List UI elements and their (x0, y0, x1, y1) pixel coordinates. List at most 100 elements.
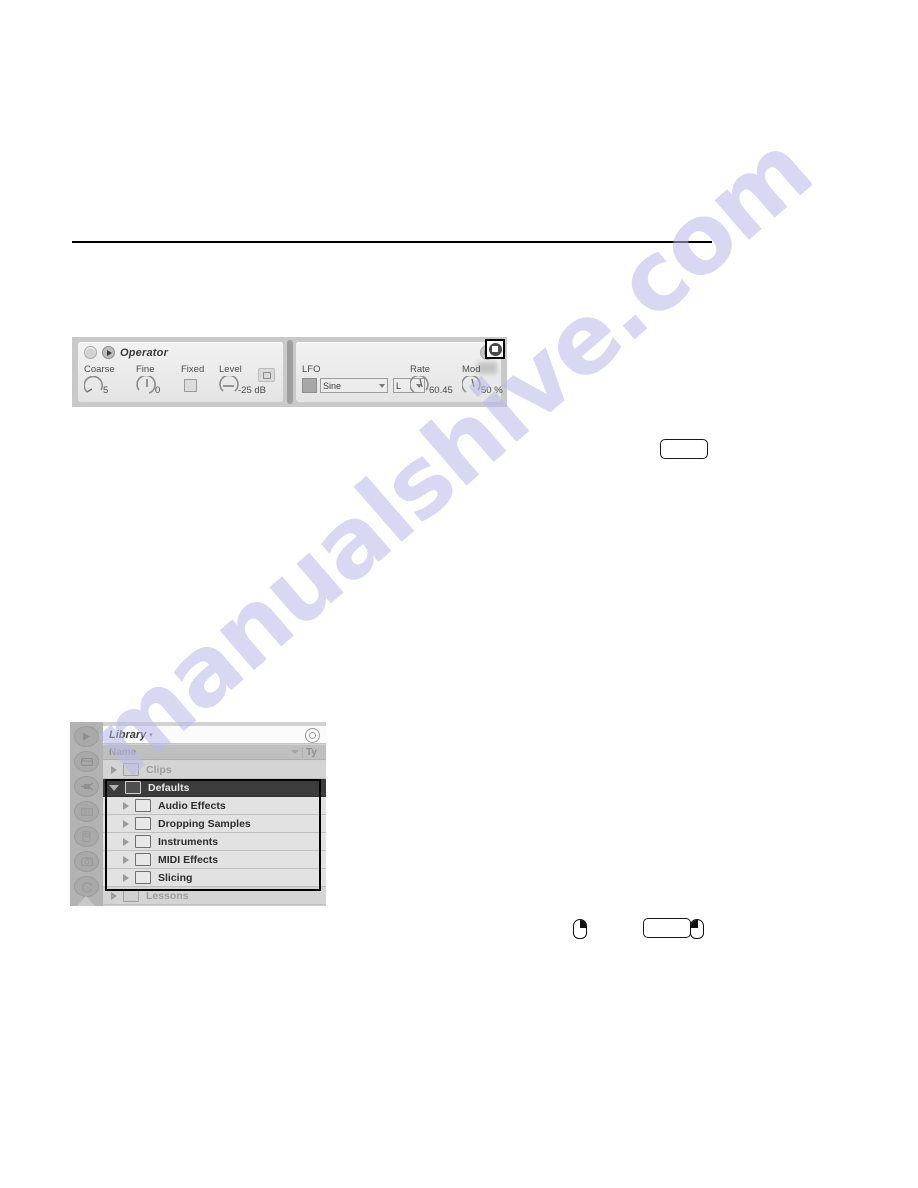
tree-row-label: Audio Effects (158, 799, 226, 812)
tree-row-clips[interactable]: Clips (103, 761, 326, 779)
fixed-checkbox[interactable] (184, 379, 197, 392)
level-knob[interactable]: -25 dB (219, 376, 266, 396)
tree-row-slicing[interactable]: Slicing (103, 869, 326, 887)
mouse-button-divider (697, 920, 699, 929)
column-header-name[interactable]: Name (103, 747, 291, 758)
browser-title[interactable]: Library (109, 729, 146, 741)
samples-camera-icon[interactable] (74, 851, 99, 872)
header-divider-rule (72, 241, 712, 243)
lfo-waveform-value: Sine (323, 380, 342, 391)
fine-label: Fine (136, 364, 155, 375)
tree-row-dropping-samples[interactable]: Dropping Samples (103, 815, 326, 833)
folder-icon (123, 763, 139, 776)
tree-row-label: MIDI Effects (158, 853, 219, 866)
tree-row-defaults[interactable]: Defaults (103, 779, 326, 797)
device-title: Operator (120, 346, 169, 359)
browser-column-header: Name Ty (103, 745, 326, 760)
mod-label: Mod (462, 364, 481, 375)
lfo-label: LFO (302, 364, 321, 375)
watermark-text: manualshive.com (68, 113, 833, 799)
tree-row-label: Lessons (146, 889, 189, 902)
folder-icon (135, 817, 151, 830)
fine-control[interactable]: Fine 0 (136, 364, 181, 396)
disclosure-triangle-icon[interactable] (123, 873, 129, 882)
instruments-icon[interactable] (74, 826, 99, 847)
mod-knob[interactable]: 50 % (462, 376, 503, 396)
lfo-waveform-dropdown[interactable]: Sine (320, 378, 388, 393)
operator-lfo-panel: LFO Sine L Rate 60.45 Mod 50 % (296, 342, 503, 402)
mouse-button-divider (580, 920, 582, 929)
rate-value: 60.45 (429, 385, 453, 396)
browser-sidebar (70, 722, 103, 906)
fold-triangle-icon[interactable] (102, 346, 115, 359)
disclosure-triangle-open-icon[interactable] (109, 784, 119, 791)
browser-header: Library ▾ (103, 726, 326, 744)
mod-value: 50 % (481, 385, 503, 396)
rate-knob[interactable]: 60.45 (410, 376, 453, 396)
level-value: -25 dB (238, 385, 266, 396)
midi-effects-icon[interactable] (74, 801, 99, 822)
column-header-type[interactable]: Ty (302, 746, 326, 758)
folder-open-icon (125, 781, 141, 794)
lfo-row: Sine L (302, 378, 425, 393)
folder-icon (123, 889, 139, 902)
fixed-control[interactable]: Fixed (181, 364, 219, 392)
folder-icon (135, 871, 151, 884)
library-browser-figure: Library ▾ Name Ty Clips Defaults Audio E… (70, 722, 326, 906)
coarse-knob[interactable]: 5 (84, 376, 109, 396)
clip-rectangle-icon[interactable] (74, 751, 99, 772)
scroll-indicator[interactable] (76, 894, 96, 906)
coarse-label: Coarse (84, 364, 115, 375)
play-triangle-icon[interactable] (74, 726, 99, 747)
power-circle-icon[interactable] (84, 346, 97, 359)
folder-icon (135, 853, 151, 866)
tree-row-label: Dropping Samples (158, 817, 251, 830)
watermark: manualshive.com (0, 0, 918, 1188)
device-divider-handle (287, 340, 293, 404)
search-target-icon[interactable] (305, 728, 320, 743)
tree-row-label: Slicing (158, 871, 193, 884)
level-label: Level (219, 364, 242, 375)
coarse-control[interactable]: Coarse 5 (84, 364, 136, 396)
device-title-row: Operator (84, 346, 168, 359)
plug-audio-effects-icon[interactable] (74, 776, 99, 797)
fixed-label: Fixed (181, 364, 205, 375)
lfo-toggle-swatch[interactable] (302, 378, 317, 393)
save-preset-button-highlight[interactable] (485, 339, 505, 359)
key-badge (643, 918, 691, 938)
operator-device-figure: Operator Coarse 5 Fine 0 Fixed Level -25… (72, 337, 507, 407)
fine-knob[interactable]: 0 (136, 376, 161, 396)
coarse-value: 5 (103, 385, 109, 396)
folder-icon (135, 799, 151, 812)
disclosure-triangle-icon[interactable] (123, 801, 129, 810)
save-disk-icon (488, 342, 502, 356)
browser-main-pane: Library ▾ Name Ty Clips Defaults Audio E… (103, 722, 326, 906)
rate-label: Rate (410, 364, 431, 375)
folder-icon (135, 835, 151, 848)
disclosure-triangle-icon[interactable] (123, 837, 129, 846)
tree-row-label: Defaults (148, 781, 190, 794)
tree-row-instruments[interactable]: Instruments (103, 833, 326, 851)
disclosure-triangle-icon[interactable] (123, 855, 129, 864)
lfo-section: LFO Sine L (302, 364, 425, 393)
key-badge (660, 439, 708, 459)
tree-row-label: Clips (146, 763, 172, 776)
oscillator-controls: Coarse 5 Fine 0 Fixed Level -25 dB (84, 364, 279, 396)
mouse-right-click-icon (573, 919, 587, 939)
chevron-down-icon[interactable]: ▾ (149, 731, 153, 739)
rate-control[interactable]: Rate 60.45 (410, 364, 462, 396)
tree-row-label: Instruments (158, 835, 219, 848)
sort-arrow-icon[interactable] (291, 750, 299, 754)
mod-control[interactable]: Mod 50 % (462, 364, 508, 396)
tree-row-midi-effects[interactable]: MIDI Effects (103, 851, 326, 869)
disclosure-triangle-icon[interactable] (111, 891, 117, 900)
browser-tree-list: Clips Defaults Audio Effects Dropping Sa… (103, 761, 326, 906)
oscillator-display-button[interactable] (258, 368, 275, 382)
fine-value: 0 (155, 385, 161, 396)
disclosure-triangle-icon[interactable] (111, 765, 117, 774)
tree-row-audio-effects[interactable]: Audio Effects (103, 797, 326, 815)
mouse-left-click-icon (690, 919, 704, 939)
chevron-down-icon (379, 383, 385, 388)
tree-row-lessons[interactable]: Lessons (103, 887, 326, 905)
disclosure-triangle-icon[interactable] (123, 819, 129, 828)
